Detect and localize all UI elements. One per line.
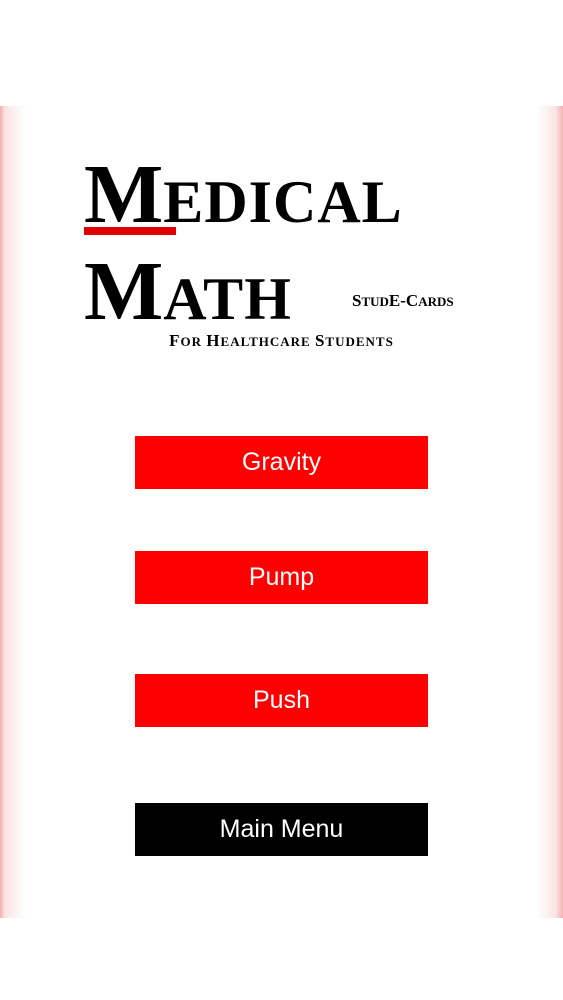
gravity-button[interactable]: Gravity	[135, 436, 428, 489]
logo-tagline: FOR HEALTHCARE STUDENTS	[169, 331, 394, 350]
main-menu-button[interactable]: Main Menu	[135, 803, 428, 856]
logo-title-math: MATH	[84, 245, 292, 338]
app-screen: MEDICAL MATH STUDE-CARDS FOR HEALTHCARE …	[0, 0, 563, 1000]
push-button[interactable]: Push	[135, 674, 428, 727]
logo-accent-underline	[84, 227, 176, 235]
pump-button[interactable]: Pump	[135, 551, 428, 604]
logo-edition-label: STUDE-CARDS	[352, 291, 454, 310]
app-logo: MEDICAL MATH STUDE-CARDS FOR HEALTHCARE …	[0, 106, 563, 366]
content-panel: MEDICAL MATH STUDE-CARDS FOR HEALTHCARE …	[0, 106, 563, 918]
logo-title-medical: MEDICAL	[84, 148, 403, 241]
